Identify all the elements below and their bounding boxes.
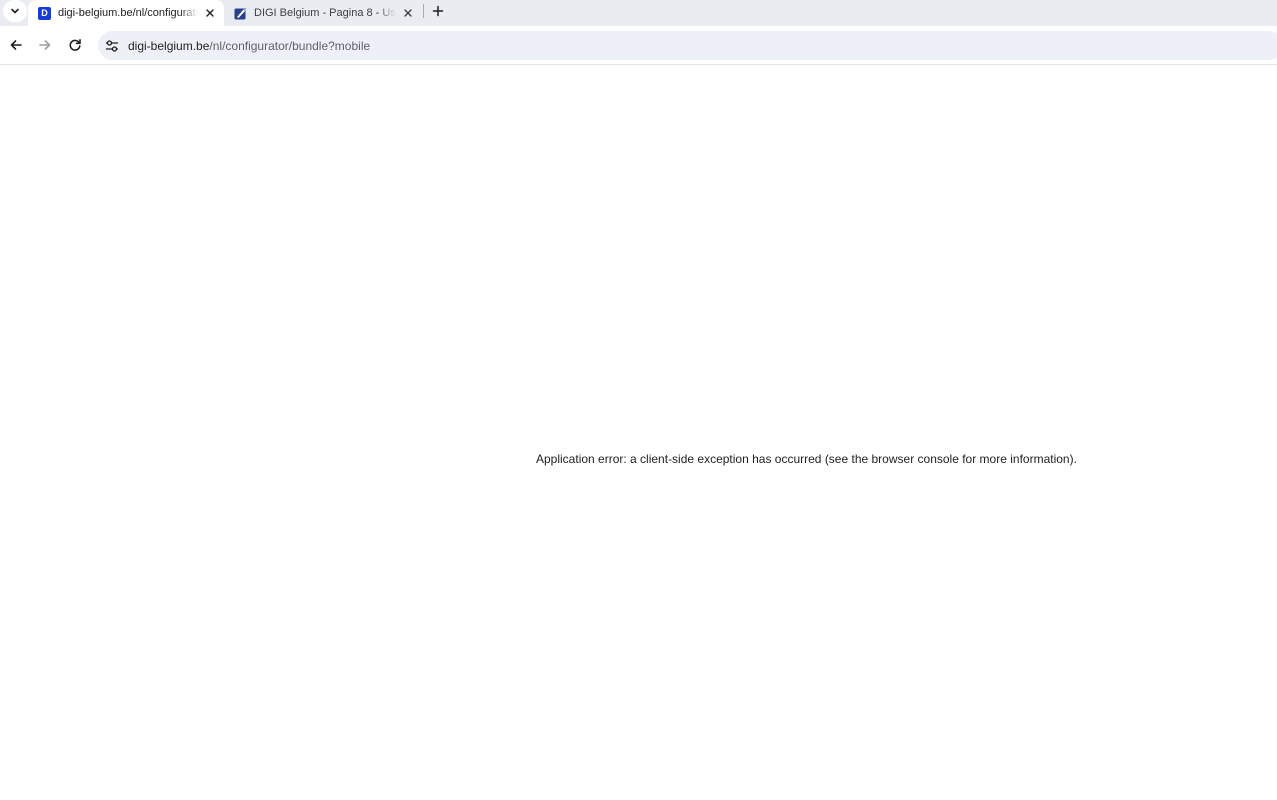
close-icon	[404, 9, 412, 17]
arrow-left-icon	[10, 40, 22, 50]
tab-strip: D digi-belgium.be/nl/configurator/bundle…	[0, 0, 1277, 26]
reload-icon	[69, 39, 81, 51]
browser-toolbar: digi-belgium.be/nl/configurator/bundle?m…	[0, 26, 1277, 65]
chevron-down-icon	[11, 8, 19, 14]
forum-favicon-icon	[234, 7, 247, 20]
close-icon	[206, 9, 214, 17]
tab-close-button[interactable]	[400, 5, 416, 21]
url-path: /nl/configurator/bundle?mobile	[209, 38, 371, 53]
tab-title: digi-belgium.be/nl/configurator/bundle?m…	[58, 7, 198, 19]
address-bar[interactable]: digi-belgium.be/nl/configurator/bundle?m…	[98, 31, 1277, 60]
tab-userbase[interactable]: DIGI Belgium - Pagina 8 - Userbase	[224, 0, 422, 26]
application-error-message: Application error: a client-side excepti…	[536, 452, 1077, 466]
url-text[interactable]: digi-belgium.be/nl/configurator/bundle?m…	[128, 39, 370, 53]
page-viewport: Application error: a client-side excepti…	[0, 66, 1277, 800]
tab-title: DIGI Belgium - Pagina 8 - Userbase	[254, 7, 396, 19]
plus-icon	[432, 5, 444, 17]
new-tab-button[interactable]	[428, 2, 448, 20]
tab-close-button[interactable]	[202, 5, 218, 21]
tab-active[interactable]: D digi-belgium.be/nl/configurator/bundle…	[28, 0, 224, 26]
url-host: digi-belgium.be	[128, 38, 210, 53]
reload-button[interactable]	[65, 35, 85, 55]
forward-button[interactable]	[35, 35, 55, 55]
arrow-right-icon	[39, 40, 51, 50]
digi-favicon-icon: D	[38, 6, 51, 20]
tune-icon	[105, 39, 119, 52]
site-info-button[interactable]	[103, 37, 121, 55]
tab-separator	[423, 4, 424, 18]
tab-search-button[interactable]	[3, 0, 27, 22]
back-button[interactable]	[6, 35, 26, 55]
